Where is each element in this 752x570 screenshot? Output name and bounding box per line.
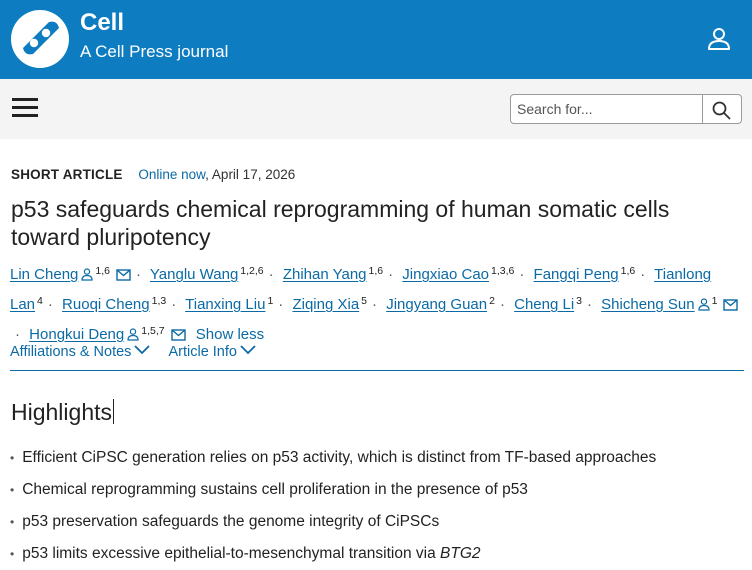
bullet-icon: • xyxy=(10,451,15,465)
author-entry: Jingyang Guan 2 · xyxy=(386,295,510,313)
author-separator: · xyxy=(47,296,53,313)
search-input[interactable] xyxy=(511,95,701,123)
journal-name[interactable]: Cell xyxy=(80,9,124,37)
online-now-link[interactable]: Online now xyxy=(138,167,205,182)
author-separator: · xyxy=(499,296,505,313)
highlights-heading: Highlights xyxy=(11,399,114,426)
highlight-text: Efficient CiPSC generation relies on p53… xyxy=(22,449,657,466)
author-entry: Yanglu Wang 1,2,6 · xyxy=(150,265,279,283)
author-name[interactable]: Jingyang Guan xyxy=(386,296,487,313)
highlight-item: • p53 preservation safeguards the genome … xyxy=(10,506,730,538)
author-entry: Ziqing Xia 5 · xyxy=(292,295,382,313)
highlight-text: Chemical reprogramming sustains cell pro… xyxy=(22,481,528,498)
author-name[interactable]: Zhihan Yang xyxy=(283,266,367,283)
author-separator: · xyxy=(278,296,284,313)
author-affiliation[interactable]: 1,3,6 xyxy=(491,265,514,277)
author-entry: Fangqi Peng 1,6 · xyxy=(534,265,651,283)
author-name[interactable]: Yanglu Wang xyxy=(150,266,238,283)
person-icon xyxy=(697,295,710,319)
author-name[interactable]: Fangqi Peng xyxy=(534,266,619,283)
highlights-list: • Efficient CiPSC generation relies on p5… xyxy=(10,442,730,570)
author-name[interactable]: Cheng Li xyxy=(514,296,574,313)
author-affiliation[interactable]: 1,6 xyxy=(369,265,384,277)
author-affiliation[interactable]: 1,2,6 xyxy=(240,265,263,277)
tab-label: Article Info xyxy=(168,344,237,360)
author-entry: Ruoqi Cheng 1,3 · xyxy=(62,295,181,313)
chevron-down-icon xyxy=(240,345,256,355)
author-name[interactable]: Tianxing Liu xyxy=(185,296,265,313)
author-list: Lin Cheng 1,6 · Yanglu Wang 1,2,6 · Zhihan Y… xyxy=(10,259,750,349)
author-name[interactable]: Jingxiao Cao xyxy=(402,266,489,283)
author-name[interactable]: Shicheng Sun xyxy=(601,296,694,313)
author-affiliation[interactable]: 1,5,7 xyxy=(141,325,164,337)
author-entry: Lin Cheng 1,6 · xyxy=(10,265,146,283)
article-type: SHORT ARTICLE xyxy=(11,167,123,182)
bullet-icon: • xyxy=(10,547,15,561)
author-affiliation[interactable]: 1 xyxy=(712,295,718,307)
journal-tagline: A Cell Press journal xyxy=(80,42,229,61)
article-title: p53 safeguards chemical reprogramming of… xyxy=(11,196,670,250)
show-less-link[interactable]: Show less xyxy=(196,326,264,343)
author-entry: Zhihan Yang 1,6 · xyxy=(283,265,398,283)
email-icon[interactable] xyxy=(723,295,739,319)
bullet-icon: • xyxy=(10,483,15,497)
author-separator: · xyxy=(136,266,141,283)
article-meta: SHORT ARTICLE Online now, April 17, 2026 xyxy=(11,167,295,182)
tab-affiliations-notes[interactable]: Affiliations & Notes xyxy=(10,344,151,360)
author-name[interactable]: Ruoqi Cheng xyxy=(62,296,150,313)
tab-article-info[interactable]: Article Info xyxy=(168,344,256,360)
author-affiliation[interactable]: 4 xyxy=(37,295,43,307)
author-separator: · xyxy=(372,296,378,313)
author-affiliation[interactable]: 1,3 xyxy=(152,295,167,307)
publication-date: , April 17, 2026 xyxy=(205,167,296,182)
author-entry: Cheng Li 3 · xyxy=(514,295,597,313)
hamburger-menu-icon[interactable] xyxy=(12,98,38,120)
highlight-text: p53 preservation safeguards the genome i… xyxy=(22,513,440,530)
tab-label: Affiliations & Notes xyxy=(10,344,132,360)
person-icon xyxy=(81,265,93,289)
author-affiliation[interactable]: 2 xyxy=(489,295,495,307)
author-affiliation[interactable]: 1,6 xyxy=(95,265,110,277)
author-separator: · xyxy=(587,296,592,313)
author-entry: Jingxiao Cao 1,3,6 · xyxy=(402,265,529,283)
author-entry: Tianxing Liu 1 · xyxy=(185,295,288,313)
search-icon[interactable] xyxy=(711,100,731,120)
site-header: Cell A Cell Press journal xyxy=(0,0,752,79)
author-affiliation[interactable]: 1 xyxy=(267,295,273,307)
author-separator: · xyxy=(15,326,20,343)
author-separator: · xyxy=(171,296,177,313)
bullet-icon: • xyxy=(10,515,15,529)
author-separator: · xyxy=(268,266,274,283)
author-separator: · xyxy=(519,266,525,283)
nav-bar xyxy=(0,79,752,139)
highlight-item: • Chemical reprogramming sustains cell pr… xyxy=(10,474,730,506)
section-divider xyxy=(10,370,744,371)
highlight-text: p53 limits excessive epithelial-to-mesen… xyxy=(22,545,441,562)
highlights-heading-text: Highlights xyxy=(11,399,112,425)
author-name[interactable]: Hongkui Deng xyxy=(29,326,124,343)
user-icon[interactable] xyxy=(706,26,732,52)
author-name[interactable]: Lin Cheng xyxy=(10,266,78,283)
chevron-down-icon xyxy=(134,345,151,355)
text-cursor xyxy=(113,399,114,424)
author-affiliation[interactable]: 1,6 xyxy=(621,265,636,277)
search-divider xyxy=(702,95,703,123)
article-tabs: Affiliations & Notes Article Info xyxy=(10,344,270,360)
author-separator: · xyxy=(388,266,394,283)
author-entry: Hongkui Deng 1,5,7 xyxy=(29,325,186,343)
author-affiliation[interactable]: 5 xyxy=(361,295,367,307)
highlight-item: • Efficient CiPSC generation relies on p5… xyxy=(10,442,730,474)
search-box xyxy=(510,94,742,124)
cell-logo-icon[interactable] xyxy=(10,9,70,69)
gene-name: BTG2 xyxy=(440,545,481,562)
author-separator: · xyxy=(640,266,646,283)
email-icon[interactable] xyxy=(116,265,131,289)
author-name[interactable]: Ziqing Xia xyxy=(292,296,359,313)
author-affiliation[interactable]: 3 xyxy=(576,295,582,307)
highlight-item: • p53 limits excessive epithelial-to-mese… xyxy=(10,538,730,570)
